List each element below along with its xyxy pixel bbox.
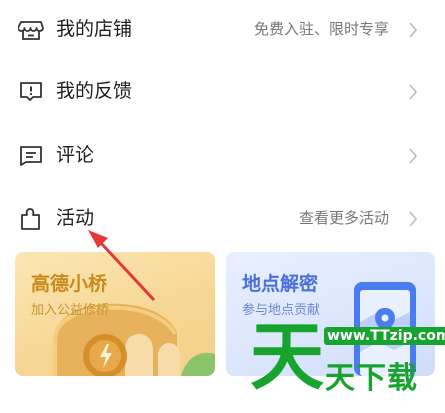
watermark-url: www.TTzip.com bbox=[324, 327, 445, 345]
watermark: 天 www.TTzip.com 天下载 bbox=[250, 315, 445, 413]
watermark-logo-glyph: 天 bbox=[250, 314, 324, 400]
watermark-text: 天下载 bbox=[325, 361, 418, 396]
